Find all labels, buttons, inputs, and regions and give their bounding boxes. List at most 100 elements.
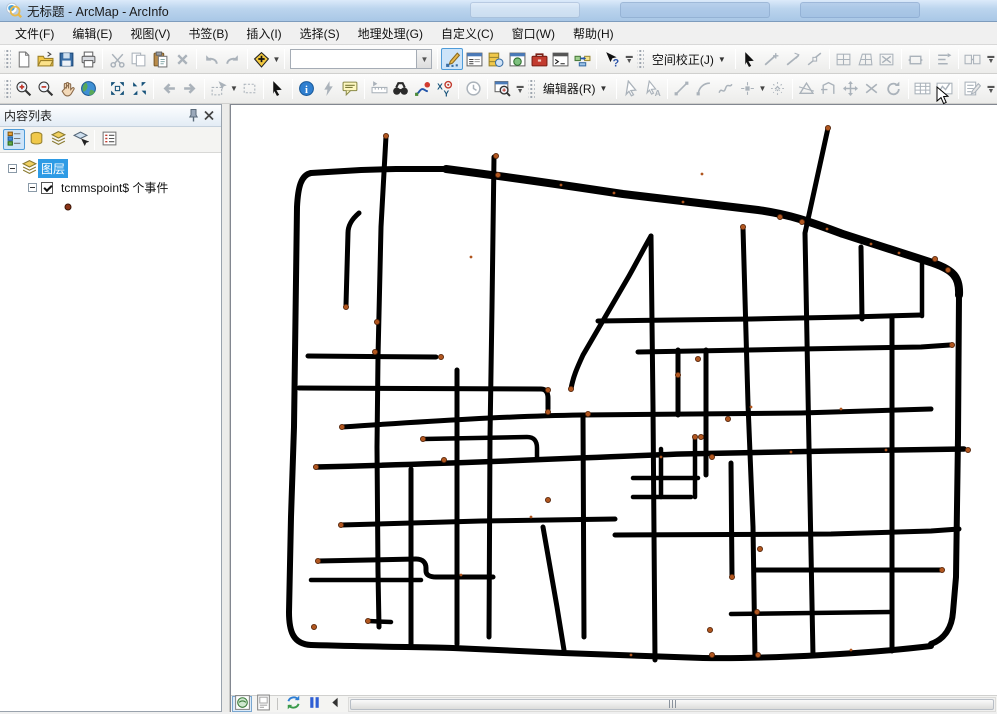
find-button[interactable] <box>390 78 412 100</box>
menu-item-7[interactable]: 自定义(C) <box>432 22 503 45</box>
pan-button[interactable] <box>56 78 78 100</box>
road-segment <box>299 388 548 409</box>
full-extent-button[interactable] <box>78 78 100 100</box>
road-segment <box>346 213 359 305</box>
new-displacement-link-icon <box>763 51 780 68</box>
add-data-button[interactable] <box>251 48 273 70</box>
delete-button <box>171 48 193 70</box>
menu-item-3[interactable]: 书签(B) <box>179 22 237 45</box>
open-document-button[interactable] <box>34 48 56 70</box>
data-view-button[interactable] <box>232 696 252 712</box>
editor-sketch-button[interactable] <box>441 48 463 70</box>
proportion-tool-button <box>767 78 789 100</box>
chevron-down-icon[interactable]: ▼ <box>758 78 766 100</box>
find-route-button[interactable] <box>412 78 434 100</box>
road-segment <box>341 519 615 525</box>
model-builder-button[interactable] <box>572 48 594 70</box>
panel-splitter[interactable] <box>222 104 230 712</box>
pin-icon[interactable] <box>185 108 201 124</box>
edge-match-icon <box>964 51 981 68</box>
event-point-small <box>613 192 616 195</box>
new-document-button[interactable] <box>13 48 35 70</box>
zoom-in-button[interactable] <box>13 78 35 100</box>
select-elements-button[interactable] <box>267 78 289 100</box>
tree-row-symbol[interactable] <box>0 197 221 216</box>
toolbar-separator <box>153 79 154 99</box>
road-segment <box>583 415 584 637</box>
map-scale-combo[interactable]: ▼ <box>290 49 433 69</box>
html-popup-button[interactable] <box>339 78 361 100</box>
list-by-drawing-order-button[interactable] <box>3 129 25 150</box>
paste-button[interactable] <box>150 48 172 70</box>
adjustment-select-button[interactable] <box>739 48 761 70</box>
trim-feature-icon <box>863 80 880 97</box>
collapse-icon[interactable] <box>28 183 37 192</box>
zoom-out-button[interactable] <box>34 78 56 100</box>
menu-item-8[interactable]: 窗口(W) <box>503 22 564 45</box>
menu-item-9[interactable]: 帮助(H) <box>564 22 623 45</box>
menu-item-5[interactable]: 选择(S) <box>291 22 349 45</box>
menu-item-0[interactable]: 文件(F) <box>6 22 63 45</box>
toolbar-separator <box>616 79 617 99</box>
identify-button[interactable]: i <box>296 78 318 100</box>
editor-menu-button[interactable]: 编辑器(R)▼ <box>537 78 614 100</box>
catalog-window-button[interactable] <box>485 48 507 70</box>
create-features-window-icon <box>964 80 981 97</box>
toc-options-button[interactable] <box>98 129 120 150</box>
toolbar-overflow-button[interactable]: ▬▼ <box>514 78 526 100</box>
arccatalog-button[interactable] <box>507 48 529 70</box>
layout-view-icon <box>255 694 272 714</box>
print-button[interactable] <box>78 48 100 70</box>
fixed-zoom-out-button[interactable] <box>129 78 151 100</box>
table-of-contents-window-button[interactable] <box>463 48 485 70</box>
save-document-button[interactable] <box>56 48 78 70</box>
cut-polygons-icon <box>798 80 815 97</box>
toolbar-overflow-button[interactable]: ▬▼ <box>985 48 997 70</box>
event-point <box>383 133 388 138</box>
title-bar[interactable]: 无标题 - ArcMap - ArcInfo <box>0 0 997 22</box>
map-canvas[interactable] <box>231 105 997 695</box>
redo-icon <box>224 51 241 68</box>
new-document-icon <box>15 51 32 68</box>
horizontal-scrollbar[interactable] <box>348 697 996 712</box>
list-by-selection-button[interactable] <box>69 129 91 150</box>
chevron-down-icon[interactable]: ▼ <box>272 48 280 70</box>
adjustment-grid-a-button <box>833 48 855 70</box>
layer-visibility-checkbox[interactable] <box>41 182 53 194</box>
toolbar-grip[interactable] <box>637 49 644 69</box>
pause-drawing-button[interactable] <box>304 696 324 712</box>
chevron-down-icon[interactable]: ▼ <box>230 78 238 100</box>
tree-row-layers[interactable]: 图层 <box>0 159 221 178</box>
toolbar-overflow-button[interactable]: ▬▼ <box>623 48 635 70</box>
fixed-zoom-in-button[interactable] <box>107 78 129 100</box>
tree-row-layer[interactable]: tcmmspoint$ 个事件 <box>0 178 221 197</box>
viewer-window-button[interactable] <box>491 78 513 100</box>
python-window-button[interactable] <box>550 48 572 70</box>
toolbar-grip[interactable] <box>4 79 11 99</box>
toolbar-overflow-button[interactable]: ▬▼ <box>985 78 997 100</box>
menu-item-1[interactable]: 编辑(E) <box>63 22 121 45</box>
scroll-left-button[interactable] <box>325 696 345 712</box>
help-whats-this-button[interactable]: ? <box>600 48 622 70</box>
arctoolbox-button[interactable] <box>528 48 550 70</box>
close-icon[interactable] <box>201 108 217 124</box>
toolbar-grip[interactable] <box>4 49 11 69</box>
attributes-window-button <box>912 78 934 100</box>
layout-view-button[interactable] <box>253 696 273 712</box>
menu-item-2[interactable]: 视图(V) <box>121 22 179 45</box>
list-by-visibility-button[interactable] <box>47 129 69 150</box>
list-by-source-button[interactable] <box>25 129 47 150</box>
menu-item-6[interactable]: 地理处理(G) <box>349 22 432 45</box>
layer-label[interactable]: tcmmspoint$ 个事件 <box>58 178 171 197</box>
toolbar-separator <box>792 79 793 99</box>
chevron-down-icon[interactable]: ▼ <box>416 50 431 68</box>
go-to-xy-button[interactable]: XY <box>434 78 456 100</box>
refresh-view-button[interactable] <box>283 696 303 712</box>
layers-group-label[interactable]: 图层 <box>38 159 68 178</box>
spatial-adjustment-menu-button[interactable]: 空间校正(J)▼ <box>646 48 732 70</box>
collapse-icon[interactable] <box>8 164 17 173</box>
event-point-small <box>682 201 685 204</box>
menu-item-4[interactable]: 插入(I) <box>237 22 290 45</box>
toolbar-grip[interactable] <box>528 79 535 99</box>
scrollbar-thumb[interactable] <box>350 699 994 710</box>
